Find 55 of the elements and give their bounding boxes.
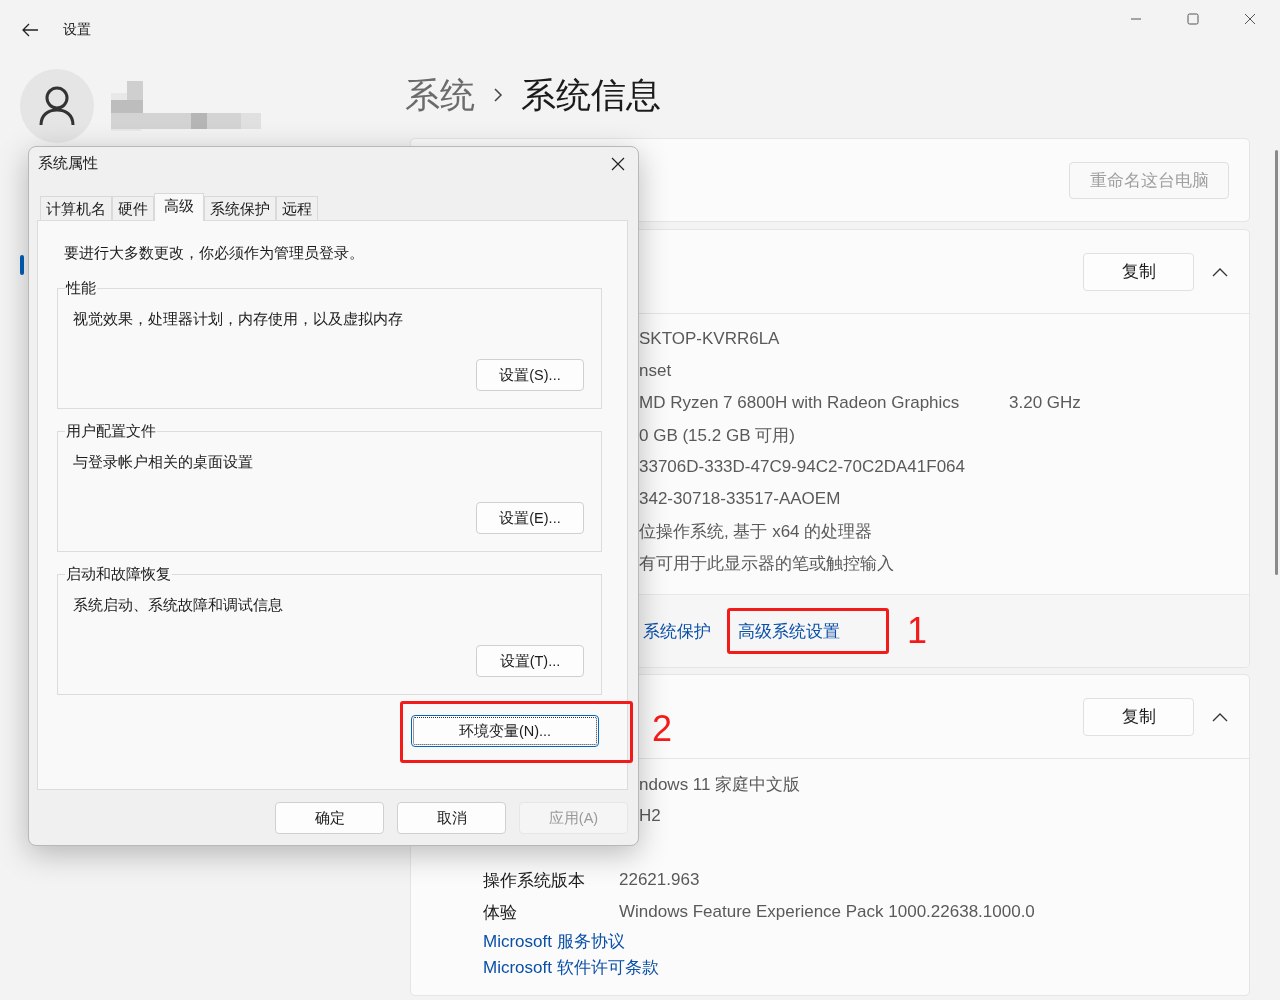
- breadcrumb-link[interactable]: 系统: [405, 71, 475, 119]
- copy-button[interactable]: 复制: [1083, 252, 1194, 291]
- dialog-button[interactable]: 确定: [275, 802, 384, 834]
- settings-button[interactable]: 设置(S)...: [476, 359, 584, 391]
- spec-value: MD Ryzen 7 6800H with Radeon Graphics: [639, 393, 961, 413]
- spec-value: ndows 11 家庭中文版: [639, 773, 802, 796]
- tab[interactable]: 硬件: [112, 196, 154, 220]
- agreement-link[interactable]: Microsoft 软件许可条款: [483, 955, 659, 979]
- dialog-title: 系统属性: [38, 154, 98, 173]
- spec-value: SKTOP-KVRR6LA: [639, 329, 781, 349]
- annotation-number: 1: [907, 611, 928, 651]
- spec-label: 体验: [483, 901, 518, 924]
- spec-value: 22621.963: [619, 870, 700, 890]
- spec-value: Windows Feature Experience Pack 1000.22638.1000.0: [619, 902, 1035, 922]
- related-link[interactable]: 系统保护: [643, 619, 711, 643]
- tab[interactable]: 计算机名: [40, 196, 112, 220]
- page-title: 系统信息: [521, 73, 661, 116]
- tab[interactable]: 系统保护: [204, 196, 276, 220]
- chevron-up-icon[interactable]: [1212, 266, 1228, 277]
- group-description: 与登录帐户相关的桌面设置: [73, 453, 254, 472]
- chevron-right-icon: [493, 87, 503, 103]
- close-icon[interactable]: [1244, 13, 1256, 25]
- scrollbar[interactable]: [1275, 150, 1278, 575]
- spec-label: 操作系统版本: [483, 869, 586, 892]
- annotation-number: 2: [652, 709, 673, 749]
- spec-value: H2: [639, 806, 662, 826]
- back-icon[interactable]: [21, 23, 39, 37]
- chevron-up-icon[interactable]: [1212, 711, 1228, 722]
- agreement-link[interactable]: Microsoft 服务协议: [483, 929, 625, 953]
- dialog-button[interactable]: 取消: [397, 802, 506, 834]
- group-title: 启动和故障恢复: [65, 564, 172, 584]
- copy-button[interactable]: 复制: [1083, 697, 1194, 736]
- spec-value: 有可用于此显示器的笔或触控输入: [639, 552, 895, 575]
- tab[interactable]: 远程: [276, 196, 318, 220]
- spec-value: 位操作系统, 基于 x64 的处理器: [639, 520, 874, 543]
- window-title: 设置: [63, 21, 91, 39]
- spec-value: 342-30718-33517-AAOEM: [639, 489, 842, 509]
- spec-value: 3.20 GHz: [1009, 393, 1081, 413]
- settings-button[interactable]: 设置(E)...: [476, 502, 584, 534]
- related-link[interactable]: 高级系统设置: [738, 619, 840, 643]
- settings-button[interactable]: 设置(T)...: [476, 645, 584, 677]
- person-icon: [39, 86, 75, 126]
- group-description: 视觉效果，处理器计划，内存使用，以及虚拟内存: [73, 310, 404, 329]
- spec-value: 33706D-333D-47C9-94C2-70C2DA41F064: [639, 457, 967, 477]
- environment-variables-button[interactable]: 环境变量(N)...: [411, 715, 599, 747]
- notice-text: 要进行大多数更改，你必须作为管理员登录。: [64, 244, 365, 263]
- maximize-icon[interactable]: [1187, 13, 1199, 25]
- spec-value: 0 GB (15.2 GB 可用): [639, 424, 796, 447]
- spec-value: nset: [639, 361, 673, 381]
- selection-indicator: [20, 255, 24, 275]
- tab[interactable]: 高级: [154, 193, 204, 221]
- group-title: 用户配置文件: [65, 421, 157, 441]
- group-description: 系统启动、系统故障和调试信息: [73, 596, 284, 615]
- group-title: 性能: [65, 278, 97, 298]
- close-icon[interactable]: [611, 156, 625, 171]
